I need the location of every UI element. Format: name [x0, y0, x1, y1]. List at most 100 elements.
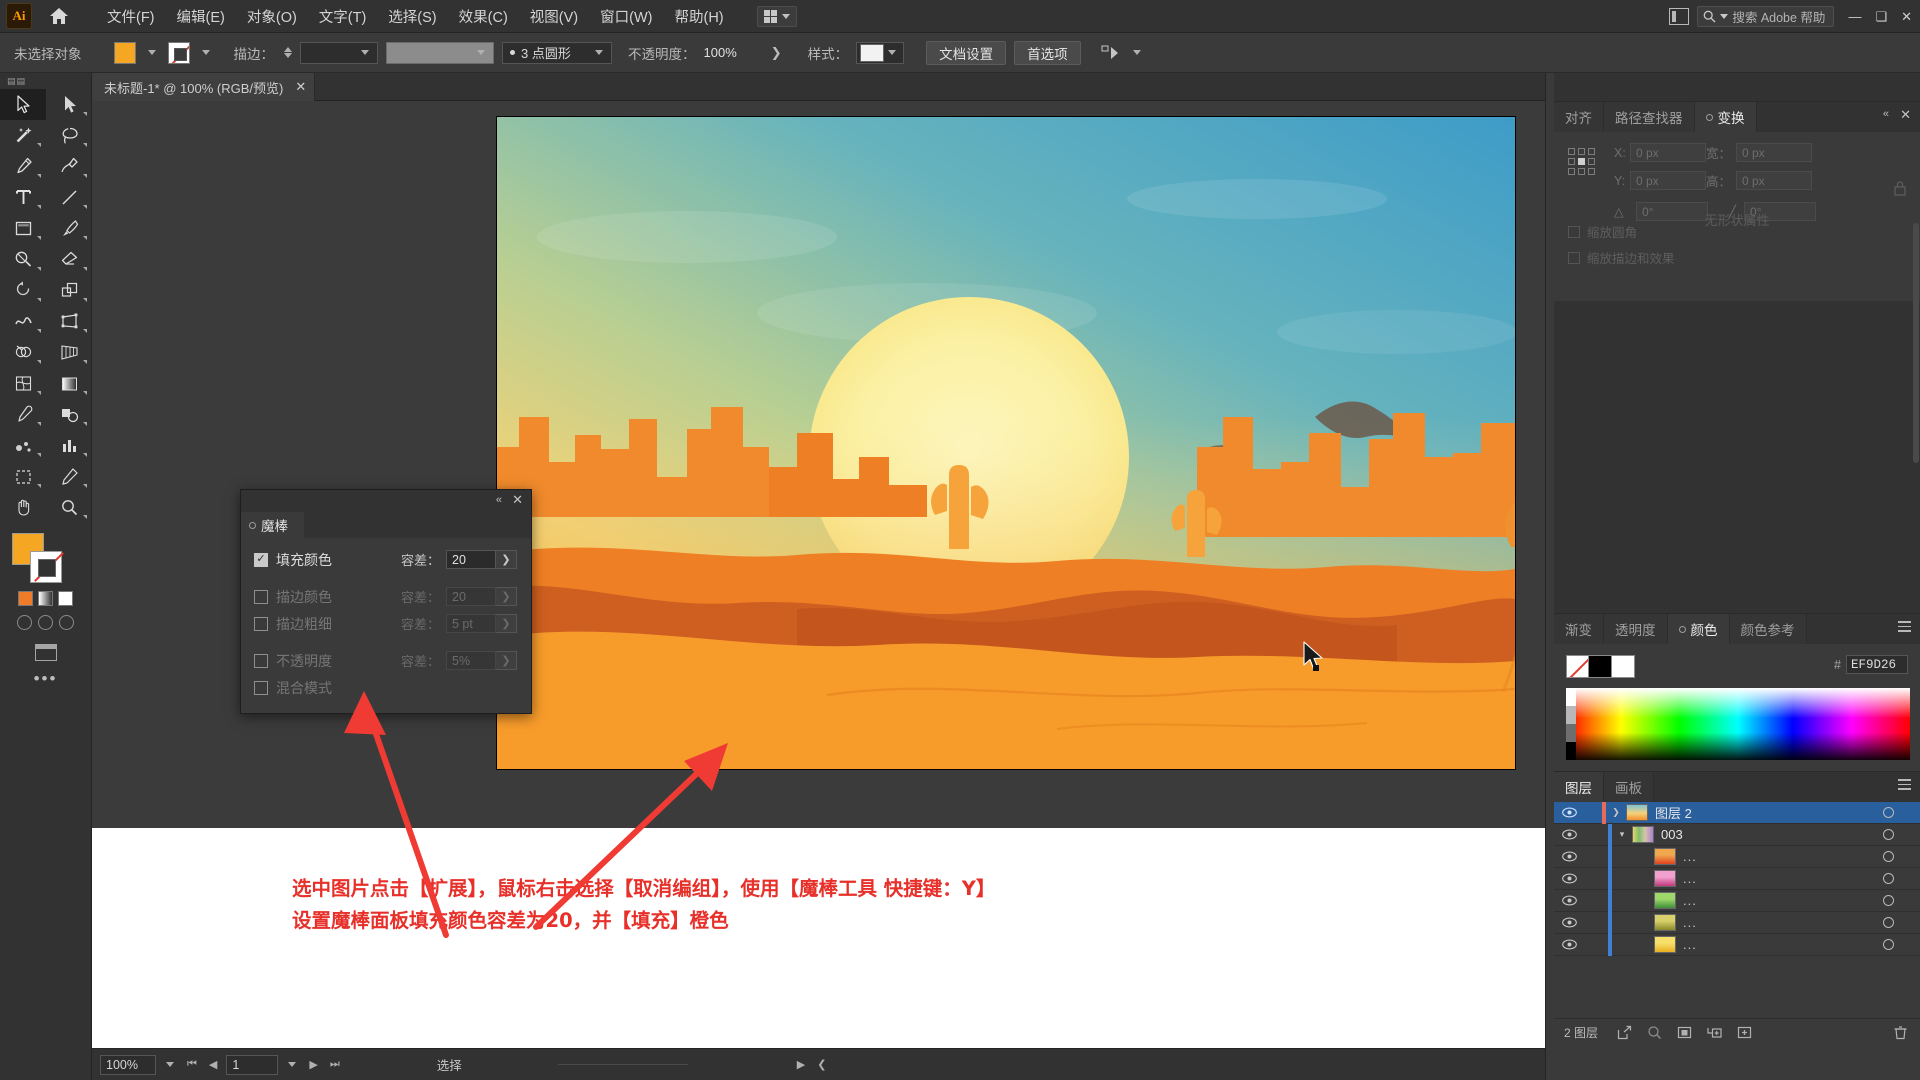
- minimize-button[interactable]: —: [1848, 9, 1861, 24]
- tab-gradient[interactable]: 渐变: [1554, 614, 1604, 644]
- visibility-toggle-icon[interactable]: [1554, 829, 1584, 840]
- stroke-weight-input[interactable]: [300, 41, 378, 64]
- last-artboard-button[interactable]: ⏭: [327, 1058, 343, 1071]
- create-layer-icon[interactable]: [1737, 1025, 1752, 1040]
- tab-align[interactable]: 对齐: [1554, 102, 1604, 132]
- tab-pathfinder[interactable]: 路径查找器: [1604, 102, 1695, 132]
- blend-tool[interactable]: [46, 399, 92, 430]
- graphic-style-select[interactable]: [856, 41, 905, 64]
- preferences-button[interactable]: 首选项: [1014, 40, 1081, 65]
- layer-name[interactable]: 图层 2: [1655, 803, 1692, 822]
- toolbar-drag-handle[interactable]: ▤▤: [0, 73, 91, 89]
- hand-tool[interactable]: [0, 492, 46, 523]
- tolerance-input-fill[interactable]: 20: [446, 550, 496, 569]
- row-blend-mode[interactable]: 混合模式: [241, 674, 531, 701]
- shape-builder-tool[interactable]: [0, 337, 46, 368]
- free-transform-tool[interactable]: [46, 306, 92, 337]
- lock-proportions-icon[interactable]: [1893, 180, 1907, 196]
- close-icon[interactable]: ✕: [295, 79, 306, 95]
- chevron-down-icon[interactable]: ▾: [1612, 829, 1632, 840]
- create-sublayer-icon[interactable]: [1707, 1025, 1722, 1040]
- make-clipping-mask-icon[interactable]: [1677, 1025, 1692, 1040]
- input-height[interactable]: 0 px: [1736, 171, 1812, 190]
- align-chevron-icon[interactable]: [1132, 50, 1141, 55]
- table-row[interactable]: ❯ 图层 2: [1554, 801, 1920, 824]
- width-tool[interactable]: [0, 306, 46, 337]
- delete-layer-icon[interactable]: [1893, 1025, 1908, 1040]
- checkbox-scale-corners[interactable]: [1568, 225, 1580, 238]
- target-indicator[interactable]: [1883, 807, 1894, 818]
- checkbox-opacity[interactable]: [254, 653, 268, 668]
- opacity-expand-icon[interactable]: ❯: [771, 45, 782, 61]
- visibility-toggle-icon[interactable]: [1554, 917, 1584, 928]
- visibility-toggle-icon[interactable]: [1554, 873, 1584, 884]
- row-opacity[interactable]: 不透明度 容差： 5% ❯: [241, 647, 531, 674]
- spectrum-grayscale-strip[interactable]: [1566, 688, 1576, 760]
- magic-wand-panel[interactable]: « ✕ 魔棒 填充颜色 容差： 20 ❯: [240, 489, 532, 714]
- target-indicator[interactable]: [1883, 917, 1894, 928]
- tab-color-guide[interactable]: 颜色参考: [1729, 614, 1807, 644]
- tab-transparency[interactable]: 透明度: [1604, 614, 1668, 644]
- tab-artboards[interactable]: 画板: [1604, 772, 1654, 802]
- column-graph-tool[interactable]: [46, 430, 92, 461]
- magic-wand-panel-header[interactable]: « ✕: [241, 490, 531, 512]
- checkbox-fill-color[interactable]: [254, 552, 268, 567]
- artboard-number-input[interactable]: 1: [226, 1054, 279, 1075]
- menu-item-help[interactable]: 帮助(H): [663, 1, 734, 32]
- panel-collapse-icon[interactable]: «: [1883, 108, 1890, 120]
- stroke-weight-stepper[interactable]: [284, 47, 292, 58]
- checkbox-stroke-weight[interactable]: [254, 616, 268, 631]
- layer-name[interactable]: ...: [1683, 937, 1697, 952]
- artboard[interactable]: [497, 117, 1515, 769]
- menu-item-file[interactable]: 文件(F): [96, 1, 166, 32]
- brush-definition-select[interactable]: 3 点圆形: [502, 41, 612, 64]
- menu-item-select[interactable]: 选择(S): [377, 1, 447, 32]
- checkbox-blend-mode[interactable]: [254, 680, 268, 695]
- row-fill-color[interactable]: 填充颜色 容差： 20 ❯: [241, 546, 531, 573]
- dock-rail[interactable]: [1546, 73, 1554, 1080]
- color-swatch-gradient[interactable]: [38, 591, 53, 606]
- artboard-chevron-icon[interactable]: [288, 1062, 297, 1067]
- table-row[interactable]: ...: [1554, 889, 1920, 912]
- draw-inside-button[interactable]: [59, 615, 74, 630]
- option-scale-strokes[interactable]: 缩放描边和效果: [1568, 248, 1675, 267]
- align-options-icon[interactable]: [1101, 44, 1121, 62]
- table-row[interactable]: ...: [1554, 867, 1920, 890]
- reference-point-selector[interactable]: [1568, 148, 1595, 175]
- menu-item-object[interactable]: 对象(O): [236, 1, 308, 32]
- tolerance-slider-icon-weight[interactable]: ❯: [496, 614, 517, 633]
- menu-item-window[interactable]: 窗口(W): [589, 1, 663, 32]
- target-indicator[interactable]: [1883, 851, 1894, 862]
- paintbrush-tool[interactable]: [46, 213, 92, 244]
- eraser-tool[interactable]: [46, 244, 92, 275]
- status-expand-icon[interactable]: ▶: [794, 1058, 808, 1071]
- release-to-layers-icon[interactable]: [1617, 1025, 1632, 1040]
- locate-object-icon[interactable]: [1647, 1025, 1662, 1040]
- maximize-button[interactable]: ❑: [1875, 9, 1887, 25]
- menu-item-view[interactable]: 视图(V): [519, 1, 589, 32]
- eyedropper-tool[interactable]: [0, 399, 46, 430]
- stroke-chevron-icon[interactable]: [201, 50, 210, 55]
- prev-artboard-button[interactable]: ◀: [206, 1058, 220, 1071]
- layer-name[interactable]: ...: [1683, 915, 1697, 930]
- pen-tool[interactable]: [0, 151, 46, 182]
- option-scale-corners[interactable]: 缩放圆角: [1568, 222, 1675, 241]
- menu-item-edit[interactable]: 编辑(E): [166, 1, 236, 32]
- document-setup-button[interactable]: 文档设置: [926, 40, 1007, 65]
- tab-layers[interactable]: 图层: [1554, 772, 1604, 802]
- close-icon[interactable]: ✕: [512, 492, 523, 508]
- direct-selection-tool[interactable]: [46, 89, 92, 120]
- draw-normal-button[interactable]: [17, 615, 32, 630]
- visibility-toggle-icon[interactable]: [1554, 807, 1584, 818]
- tab-transform[interactable]: 变换: [1694, 102, 1757, 132]
- dock-scrollbar[interactable]: [1913, 223, 1919, 463]
- selection-tool[interactable]: [0, 89, 46, 120]
- curvature-tool[interactable]: [46, 151, 92, 182]
- target-indicator[interactable]: [1883, 829, 1894, 840]
- visibility-toggle-icon[interactable]: [1554, 939, 1584, 950]
- screen-mode-button[interactable]: [0, 644, 91, 661]
- target-indicator[interactable]: [1883, 939, 1894, 950]
- scale-tool[interactable]: [46, 275, 92, 306]
- row-stroke-color[interactable]: 描边颜色 容差： 20 ❯: [241, 583, 531, 610]
- zoom-level-input[interactable]: 100%: [100, 1054, 156, 1075]
